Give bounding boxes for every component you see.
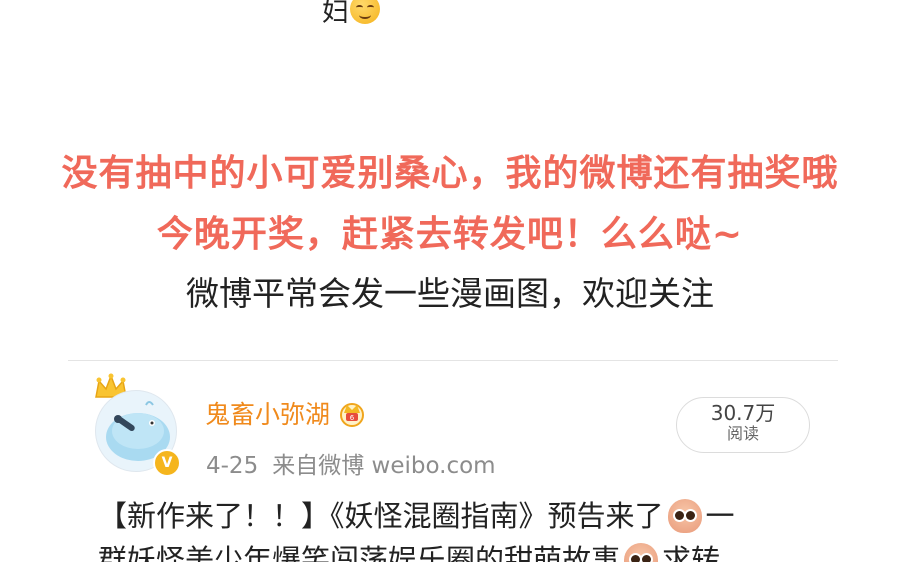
- username-text: 鬼畜小弥湖: [205, 400, 331, 429]
- promo-line-2: 今晚开奖，赶紧去转发吧！么么哒~: [156, 214, 744, 255]
- previous-text-fragment: 妇: [322, 0, 380, 28]
- read-label: 阅读: [726, 424, 759, 443]
- user-avatar[interactable]: V: [90, 373, 186, 477]
- post-text-1b: 一: [705, 499, 735, 533]
- face-emoji-icon: [624, 543, 659, 562]
- read-count-pill: 30.7万 阅读: [676, 397, 810, 453]
- follow-note: 微博平常会发一些漫画图，欢迎关注: [186, 274, 714, 313]
- username-link[interactable]: 鬼畜小弥湖 6: [205, 395, 366, 431]
- post-text-2a: 群妖怪美少年爆笑闯荡娱乐圈的甜萌故事: [98, 543, 621, 562]
- post-line-2: 群妖怪美少年爆笑闯荡娱乐圈的甜萌故事 求转: [98, 538, 818, 562]
- post-date: 4-25: [206, 453, 259, 479]
- verified-badge-icon: V: [153, 449, 181, 477]
- post-text-2b: 求转: [662, 543, 721, 562]
- promo-line-1: 没有抽中的小可爱别桑心，我的微博还有抽奖哦: [61, 153, 839, 194]
- svg-text:6: 6: [350, 414, 355, 422]
- divider: [68, 360, 838, 361]
- post-body: 【新作来了！！】《妖怪混圈指南》预告来了 一 群妖怪美少年爆笑闯荡娱乐圈的甜萌故…: [98, 494, 818, 562]
- smirk-emoji-icon: [350, 0, 380, 24]
- post-meta: 4-25 来自微博 weibo.com: [206, 446, 496, 480]
- post-line-1: 【新作来了！！】《妖怪混圈指南》预告来了 一: [98, 494, 818, 538]
- face-emoji-icon: [667, 499, 702, 533]
- fragment-text: 妇: [322, 0, 349, 28]
- vip-crown-badge-icon[interactable]: 6: [338, 399, 366, 427]
- post-text-1a: 【新作来了！！】《妖怪混圈指南》预告来了: [98, 499, 664, 533]
- read-count: 30.7万: [710, 401, 776, 425]
- post-source: 来自微博 weibo.com: [272, 453, 496, 479]
